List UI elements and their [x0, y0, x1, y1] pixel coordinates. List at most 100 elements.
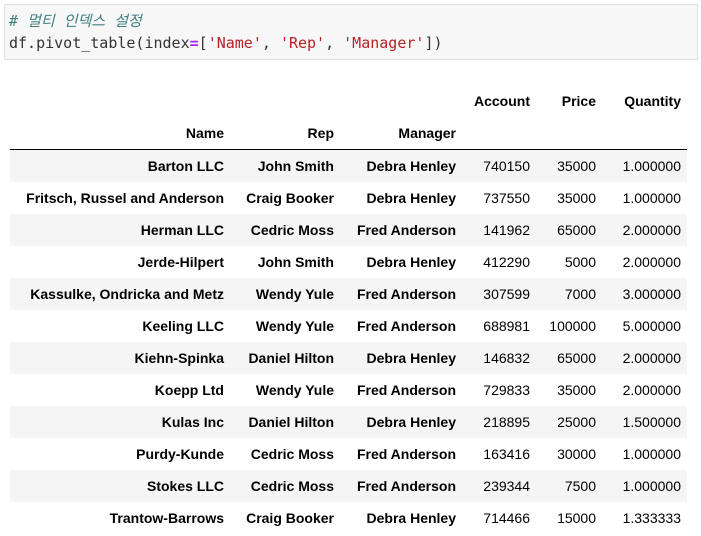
code-string: 'Manager' [343, 34, 425, 52]
code-comment-line: # 멀티 인덱스 설정 [9, 11, 142, 31]
row-manager: Debra Henley [366, 350, 456, 366]
cell-account: 729833 [483, 382, 530, 398]
row-name: Herman LLC [140, 222, 224, 238]
row-rep: Daniel Hilton [248, 414, 334, 430]
row-name: Keeling LLC [142, 318, 224, 334]
cell-account: 239344 [483, 478, 530, 494]
row-manager: Debra Henley [366, 414, 456, 430]
code-separator: , [325, 34, 344, 52]
cell-account: 737550 [483, 190, 530, 206]
index-name-manager: Manager [340, 117, 462, 150]
row-rep: John Smith [257, 158, 334, 174]
code-open-bracket: [ [198, 34, 208, 52]
code-close-bracket: ]) [424, 34, 443, 52]
table-row: Kiehn-Spinka Daniel Hilton Debra Henley … [10, 342, 687, 374]
table-row: Kassulke, Ondricka and Metz Wendy Yule F… [10, 278, 687, 310]
row-rep: Cedric Moss [250, 478, 334, 494]
row-manager: Debra Henley [366, 254, 456, 270]
index-name-rep: Rep [230, 117, 340, 150]
row-name: Koepp Ltd [154, 382, 224, 398]
row-rep: Cedric Moss [250, 446, 334, 462]
row-name: Stokes LLC [146, 478, 224, 494]
cell-account: 146832 [483, 350, 530, 366]
cell-price: 15000 [557, 510, 596, 526]
code-call-prefix: df.pivot_table(index [9, 34, 190, 52]
table-row: Herman LLC Cedric Moss Fred Anderson 141… [10, 214, 687, 246]
row-name: Kulas Inc [161, 414, 224, 430]
code-comment: # 멀티 인덱스 설정 [9, 12, 142, 30]
row-manager: Fred Anderson [356, 478, 456, 494]
cell-account: 218895 [483, 414, 530, 430]
cell-quantity: 1.500000 [622, 414, 681, 430]
column-header-row: Account Price Quantity [10, 85, 687, 117]
table-row: Fritsch, Russel and Anderson Craig Booke… [10, 182, 687, 214]
code-equals: = [189, 34, 199, 52]
row-rep: John Smith [257, 254, 334, 270]
cell-price: 25000 [557, 414, 596, 430]
cell-price: 7000 [564, 286, 596, 302]
column-header-price: Price [561, 93, 596, 109]
row-rep: Craig Booker [246, 190, 334, 206]
cell-price: 65000 [557, 222, 596, 238]
cell-account: 307599 [483, 286, 530, 302]
row-name: Fritsch, Russel and Anderson [26, 190, 224, 206]
table-row: Trantow-Barrows Craig Booker Debra Henle… [10, 502, 687, 534]
cell-quantity: 1.333333 [622, 510, 681, 526]
row-name: Purdy-Kunde [136, 446, 224, 462]
cell-price: 35000 [557, 158, 596, 174]
dataframe-output-table: Account Price Quantity Name Rep Manager … [10, 85, 687, 534]
cell-quantity: 2.000000 [622, 254, 681, 270]
cell-quantity: 2.000000 [622, 350, 681, 366]
table-row: Barton LLC John Smith Debra Henley 74015… [10, 149, 687, 182]
cell-price: 5000 [564, 254, 596, 270]
row-manager: Debra Henley [366, 190, 456, 206]
row-manager: Fred Anderson [356, 318, 456, 334]
table-body: Barton LLC John Smith Debra Henley 74015… [10, 149, 687, 535]
cell-quantity: 1.000000 [622, 446, 681, 462]
table-row: Jerde-Hilpert John Smith Debra Henley 41… [10, 246, 687, 278]
cell-quantity: 5.000000 [622, 318, 681, 334]
table-row: Purdy-Kunde Cedric Moss Fred Anderson 16… [10, 438, 687, 470]
row-rep: Craig Booker [246, 510, 334, 526]
cell-quantity: 1.000000 [622, 158, 681, 174]
column-header-quantity: Quantity [624, 93, 681, 109]
row-name: Trantow-Barrows [109, 510, 224, 526]
cell-price: 30000 [557, 446, 596, 462]
code-string: 'Rep' [279, 34, 326, 52]
cell-price: 65000 [557, 350, 596, 366]
row-name: Kassulke, Ondricka and Metz [30, 286, 224, 302]
row-rep: Cedric Moss [250, 222, 334, 238]
cell-quantity: 1.000000 [622, 478, 681, 494]
row-name: Kiehn-Spinka [134, 350, 224, 366]
row-manager: Fred Anderson [356, 286, 456, 302]
table-row: Stokes LLC Cedric Moss Fred Anderson 239… [10, 470, 687, 502]
cell-account: 714466 [483, 510, 530, 526]
row-rep: Wendy Yule [255, 286, 334, 302]
table-row: Keeling LLC Wendy Yule Fred Anderson 688… [10, 310, 687, 342]
row-rep: Wendy Yule [255, 382, 334, 398]
code-cell[interactable]: # 멀티 인덱스 설정 df.pivot_table(index=['Name'… [4, 4, 698, 60]
code-separator: , [261, 34, 280, 52]
table-row: Kulas Inc Daniel Hilton Debra Henley 218… [10, 406, 687, 438]
row-manager: Fred Anderson [356, 382, 456, 398]
row-rep: Wendy Yule [255, 318, 334, 334]
row-rep: Daniel Hilton [248, 350, 334, 366]
cell-price: 35000 [557, 190, 596, 206]
cell-account: 141962 [483, 222, 530, 238]
cell-price: 100000 [549, 318, 596, 334]
cell-price: 35000 [557, 382, 596, 398]
cell-account: 163416 [483, 446, 530, 462]
cell-quantity: 2.000000 [622, 382, 681, 398]
cell-price: 7500 [564, 478, 596, 494]
table-row: Koepp Ltd Wendy Yule Fred Anderson 72983… [10, 374, 687, 406]
row-manager: Fred Anderson [356, 446, 456, 462]
column-header-account: Account [474, 93, 530, 109]
index-name-row: Name Rep Manager [10, 117, 687, 150]
row-name: Jerde-Hilpert [137, 254, 224, 270]
code-statement-line: df.pivot_table(index=['Name', 'Rep', 'Ma… [9, 33, 443, 53]
cell-quantity: 3.000000 [622, 286, 681, 302]
row-manager: Debra Henley [366, 510, 456, 526]
cell-account: 412290 [483, 254, 530, 270]
cell-quantity: 1.000000 [622, 190, 681, 206]
cell-account: 688981 [483, 318, 530, 334]
